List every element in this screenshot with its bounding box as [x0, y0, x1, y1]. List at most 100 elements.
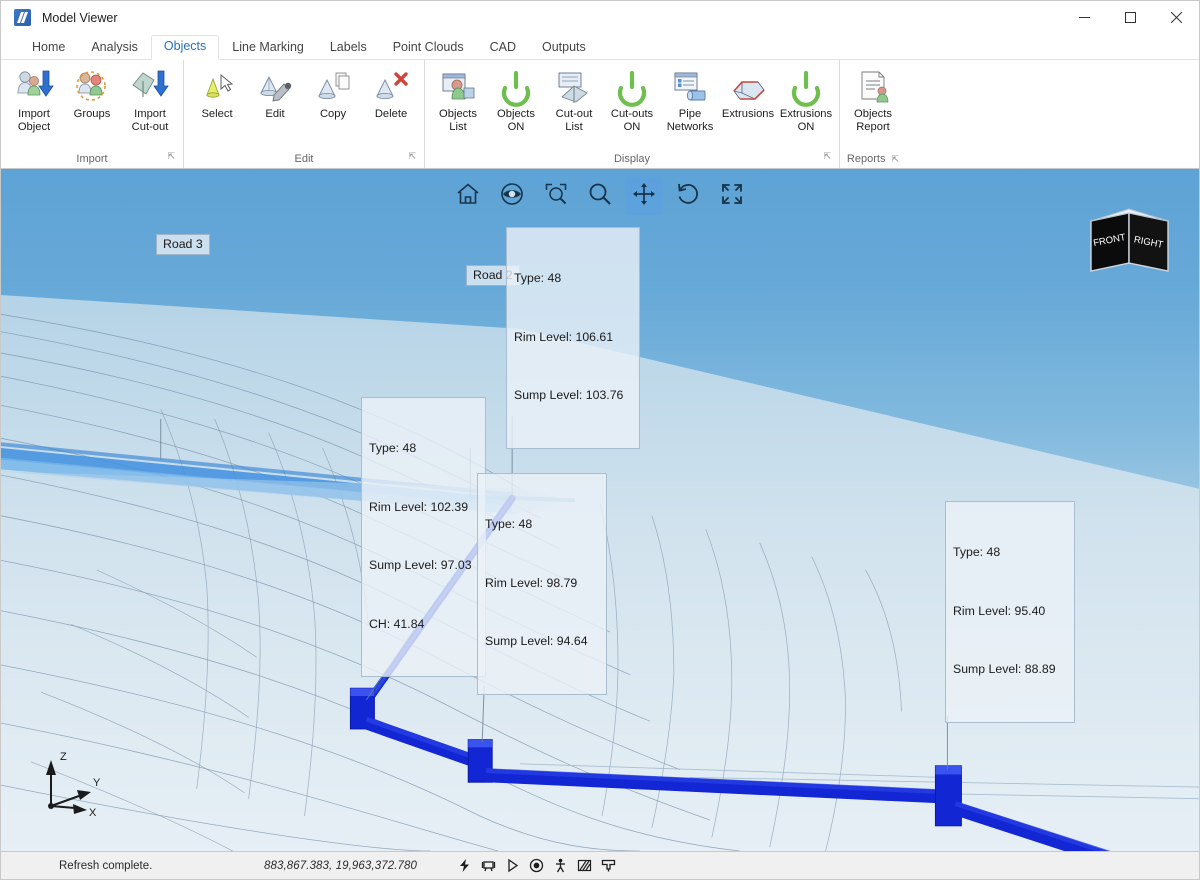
- manhole-callout-mid[interactable]: Type: 48 Rim Level: 98.79 Sump Level: 94…: [477, 473, 607, 695]
- minimize-button[interactable]: [1061, 1, 1107, 34]
- ribbon-tab-strip: Home Analysis Objects Line Marking Label…: [1, 34, 1199, 60]
- objects-list-button[interactable]: Objects List: [429, 66, 487, 136]
- import-cutout-label: Import Cut-out: [131, 108, 169, 133]
- cutout-list-label: Cut-out List: [555, 108, 593, 133]
- extrusions-on-label: Extrusions ON: [779, 108, 833, 133]
- objects-on-label: Objects ON: [497, 108, 535, 133]
- extrusions-button[interactable]: Extrusions: [719, 66, 777, 123]
- elevation-t-icon[interactable]: [600, 857, 617, 874]
- status-bar: Refresh complete. 883,867.383, 19,963,37…: [1, 851, 1199, 879]
- callout-line-rim: Rim Level: 95.40: [953, 603, 1046, 618]
- hatch-pattern-icon[interactable]: [576, 857, 593, 874]
- ribbon-group-reports: Objects Report Reports ⇱: [839, 60, 906, 168]
- objects-report-button[interactable]: Objects Report: [844, 66, 902, 136]
- groups-button[interactable]: Groups: [63, 66, 121, 123]
- pan-button[interactable]: [625, 177, 663, 215]
- callout-line-type: Type: 48: [485, 517, 533, 531]
- import-cutout-button[interactable]: Import Cut-out: [121, 66, 179, 136]
- cutout-list-button[interactable]: Cut-out List: [545, 66, 603, 136]
- tab-home[interactable]: Home: [19, 36, 78, 60]
- tab-outputs[interactable]: Outputs: [529, 36, 599, 60]
- copy-cone-icon: [313, 68, 353, 108]
- import-object-icon: [14, 68, 54, 108]
- tab-cad[interactable]: CAD: [477, 36, 529, 60]
- extrusions-label: Extrusions: [721, 108, 775, 120]
- tab-objects[interactable]: Objects: [150, 35, 220, 60]
- extrusions-on-button[interactable]: Extrusions ON: [777, 66, 835, 136]
- display-dialog-launcher-icon[interactable]: ⇱: [823, 147, 831, 165]
- play-cursor-icon[interactable]: [504, 857, 521, 874]
- manhole-callout-road2[interactable]: Type: 48 Rim Level: 106.61 Sump Level: 1…: [506, 227, 640, 449]
- home-view-button[interactable]: [449, 177, 487, 215]
- group-import-text: Import: [76, 153, 108, 165]
- copy-label: Copy: [319, 108, 347, 120]
- target-center-icon[interactable]: [528, 857, 545, 874]
- cutouts-on-button[interactable]: Cut-outs ON: [603, 66, 661, 136]
- osnap-box-icon[interactable]: [480, 857, 497, 874]
- fit-to-screen-button[interactable]: [713, 177, 751, 215]
- viewport-toolbar: [449, 177, 751, 215]
- tab-point-clouds[interactable]: Point Clouds: [380, 36, 477, 60]
- power-toggle-icon: [786, 68, 826, 108]
- tab-line-marking[interactable]: Line Marking: [219, 36, 317, 60]
- ribbon-group-label-display: Display ⇱: [429, 150, 835, 168]
- zoom-window-icon: [543, 181, 569, 212]
- orbit-view-button[interactable]: [493, 177, 531, 215]
- status-message: Refresh complete.: [59, 859, 153, 872]
- manhole-callout-right[interactable]: Type: 48 Rim Level: 95.40 Sump Level: 88…: [945, 501, 1075, 723]
- reports-dialog-launcher-icon[interactable]: ⇱: [892, 154, 900, 164]
- extrusions-icon: [728, 68, 768, 108]
- objects-report-icon: [853, 68, 893, 108]
- close-button[interactable]: [1153, 1, 1199, 34]
- zoom-button[interactable]: [581, 177, 619, 215]
- ribbon-group-label-reports: Reports ⇱: [844, 150, 902, 168]
- callout-line-type: Type: 48: [953, 545, 1001, 559]
- magnifier-icon: [587, 181, 613, 212]
- ribbon-group-import: Import Object Groups Import Cut-out Impo…: [1, 60, 183, 168]
- select-button[interactable]: Select: [188, 66, 246, 123]
- rotate-ccw-icon: [675, 181, 701, 212]
- model-viewer-window: Model Viewer Home Analysis Objects Line …: [0, 0, 1200, 880]
- app-logo-icon: [14, 9, 31, 26]
- delete-label: Delete: [374, 108, 408, 120]
- group-reports-text: Reports: [846, 153, 886, 165]
- maximize-button[interactable]: [1107, 1, 1153, 34]
- objects-list-icon: [438, 68, 478, 108]
- import-object-button[interactable]: Import Object: [5, 66, 63, 136]
- window-controls: [1061, 1, 1199, 34]
- objects-on-button[interactable]: Objects ON: [487, 66, 545, 136]
- model-viewport[interactable]: FRONT RIGHT Z Y X Road 3 Road 2 Type: 48…: [1, 169, 1199, 851]
- walk-person-icon[interactable]: [552, 857, 569, 874]
- callout-line-rim: Rim Level: 106.61: [514, 329, 614, 344]
- delete-button[interactable]: Delete: [362, 66, 420, 123]
- window-title: Model Viewer: [42, 10, 118, 25]
- callout-line-sump: Sump Level: 97.03: [369, 558, 472, 572]
- status-icon-group: [456, 857, 617, 874]
- pipe-networks-icon: [670, 68, 710, 108]
- road-label-road-3[interactable]: Road 3: [156, 234, 210, 255]
- edit-dialog-launcher-icon[interactable]: ⇱: [408, 147, 416, 165]
- pan-move-icon: [631, 181, 657, 212]
- power-toggle-icon: [612, 68, 652, 108]
- axis-z-label: Z: [60, 751, 67, 763]
- tab-analysis[interactable]: Analysis: [78, 36, 151, 60]
- edit-cone-pen-icon: [255, 68, 295, 108]
- objects-report-label: Objects Report: [854, 108, 892, 133]
- tab-labels[interactable]: Labels: [317, 36, 380, 60]
- manhole-callout-upper[interactable]: Type: 48 Rim Level: 102.39 Sump Level: 9…: [361, 397, 486, 677]
- snap-lightning-icon[interactable]: [456, 857, 473, 874]
- zoom-window-button[interactable]: [537, 177, 575, 215]
- view-cube[interactable]: FRONT RIGHT: [1085, 207, 1177, 279]
- callout-line-sump: Sump Level: 94.64: [485, 634, 588, 648]
- copy-button[interactable]: Copy: [304, 66, 362, 123]
- cutouts-on-label: Cut-outs ON: [610, 108, 654, 133]
- pipe-networks-button[interactable]: Pipe Networks: [661, 66, 719, 136]
- edit-label: Edit: [265, 108, 285, 120]
- axis-x-label: X: [89, 807, 97, 819]
- edit-button[interactable]: Edit: [246, 66, 304, 123]
- ribbon-group-edit: Select Edit Copy Delete Edit ⇱: [183, 60, 424, 168]
- callout-line-type: Type: 48: [514, 271, 562, 285]
- reset-rotation-button[interactable]: [669, 177, 707, 215]
- import-dialog-launcher-icon[interactable]: ⇱: [167, 147, 175, 165]
- callout-line-rim: Rim Level: 102.39: [369, 499, 469, 514]
